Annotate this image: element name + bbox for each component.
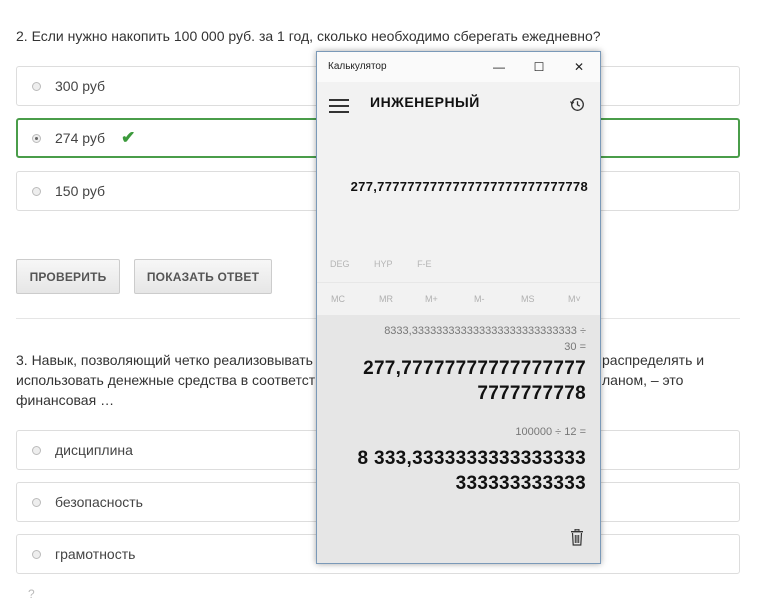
radio-button[interactable] — [32, 186, 41, 196]
question-3-line-1: 3. Навык, позволяющий четко реализовыват… — [16, 352, 313, 368]
history-result[interactable]: 277,77777777777777777 — [363, 356, 586, 381]
history-expression-cont[interactable]: 30 = — [564, 341, 586, 353]
answer-label: безопасность — [55, 494, 143, 510]
radio-button[interactable] — [32, 497, 41, 507]
angle-mode-row: DEG HYP F-E — [330, 259, 454, 269]
history-result-cont[interactable]: 7777777778 — [477, 381, 586, 406]
hamburger-menu-icon[interactable] — [329, 99, 349, 113]
mc-button[interactable]: MC — [331, 294, 345, 304]
checkmark-icon: ✔ — [121, 128, 136, 147]
calculator-window[interactable]: Калькулятор — ☐ ✕ ИНЖЕНЕРНЫЙ 277,7777777… — [316, 51, 601, 564]
fe-button[interactable]: F-E — [417, 259, 432, 269]
trash-icon[interactable] — [570, 528, 583, 546]
next-question-partial: ? — [28, 587, 35, 601]
ms-button[interactable]: MS — [521, 294, 535, 304]
question-3-line-1-right: распределять и — [602, 352, 705, 368]
check-button[interactable]: ПРОВЕРИТЬ — [16, 259, 120, 294]
radio-button[interactable] — [32, 81, 41, 91]
history-panel: 8333,333333333333333333333333333 ÷ 30 = … — [317, 315, 600, 563]
history-icon[interactable] — [569, 96, 585, 116]
history-result-cont[interactable]: 333333333333 — [456, 471, 586, 496]
deg-button[interactable]: DEG — [330, 259, 350, 269]
memory-dropdown-button[interactable]: M˅ — [568, 294, 581, 304]
calculator-display-area: ИНЖЕНЕРНЫЙ 277,7777777777777777777777777… — [317, 82, 600, 282]
hyp-button[interactable]: HYP — [374, 259, 393, 269]
minimize-button[interactable]: — — [489, 57, 509, 77]
window-title: Калькулятор — [328, 61, 387, 72]
answer-label: грамотность — [55, 546, 136, 562]
memory-row: MC MR M+ M- MS M˅ — [317, 282, 600, 316]
m-plus-button[interactable]: M+ — [425, 294, 438, 304]
close-button[interactable]: ✕ — [569, 57, 589, 77]
question-3-line-2: использовать денежные средства в соответ… — [16, 372, 316, 388]
radio-button[interactable] — [32, 549, 41, 559]
question-2-text: 2. Если нужно накопить 100 000 руб. за 1… — [16, 28, 601, 44]
radio-button-selected[interactable] — [32, 133, 41, 143]
history-expression[interactable]: 8333,333333333333333333333333333 ÷ — [384, 325, 586, 337]
radio-button[interactable] — [32, 445, 41, 455]
m-minus-button[interactable]: M- — [474, 294, 485, 304]
calculator-display-value: 277,7777777777777777777777777778 — [350, 179, 588, 194]
calculator-mode: ИНЖЕНЕРНЫЙ — [370, 94, 480, 110]
answer-label: 274 руб — [55, 130, 106, 146]
answer-label: 150 руб — [55, 183, 106, 199]
answer-label: 300 руб — [55, 78, 106, 94]
mr-button[interactable]: MR — [379, 294, 393, 304]
question-3-line-3: финансовая … — [16, 392, 115, 408]
calculator-titlebar[interactable]: Калькулятор — ☐ ✕ — [317, 52, 600, 82]
show-answer-button[interactable]: ПОКАЗАТЬ ОТВЕТ — [134, 259, 272, 294]
maximize-button[interactable]: ☐ — [529, 57, 549, 77]
answer-label: дисциплина — [55, 442, 133, 458]
question-3-line-2-right: ланом, – это — [602, 372, 684, 388]
history-result[interactable]: 8 333,3333333333333333 — [358, 446, 587, 471]
history-expression[interactable]: 100000 ÷ 12 = — [515, 426, 586, 438]
